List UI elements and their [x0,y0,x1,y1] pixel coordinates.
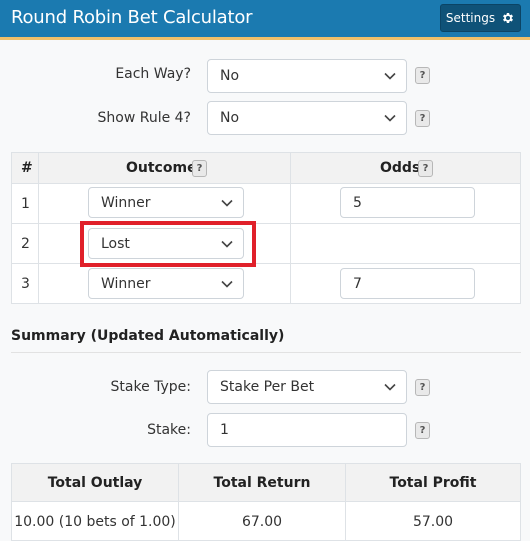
result-header-cell: Total Profit [345,463,521,502]
outcome-help-button[interactable]: ? [192,160,207,177]
stake-type-value: Stake Per Bet [220,379,315,395]
show-rule4-help-button[interactable]: ? [415,110,430,127]
chevron-down-icon [384,114,396,122]
header-odds: Odds [380,160,421,176]
total-return-header: Total Return [213,475,311,491]
gear-icon [503,12,514,24]
stake-type-label: Stake Type: [110,379,192,395]
each-way-help-button[interactable]: ? [415,67,430,84]
stake-label: Stake: [147,422,191,438]
total-outlay-header: Total Outlay [47,475,143,491]
row-index-cell: 2 [11,223,39,264]
row-index: 2 [21,236,30,252]
stake-input[interactable]: 1 [207,413,407,447]
stake-value: 1 [220,422,229,438]
header-odds-cell: Odds ? [290,152,521,184]
row-index: 1 [21,196,30,212]
each-way-select[interactable]: No [207,59,407,93]
chevron-down-icon [221,280,233,288]
outcome-select[interactable]: Winner [88,187,244,218]
total-return-value: 67.00 [241,514,283,530]
result-value-cell: 10.00 (10 bets of 1.00) [11,501,179,541]
odds-input[interactable]: 7 [340,268,475,299]
header-index-cell: # [11,152,39,184]
app-title: Round Robin Bet Calculator [11,7,253,28]
header-outcome-cell: Outcome ? [38,152,291,184]
settings-button[interactable]: Settings [440,4,521,32]
total-outlay-value: 10.00 (10 bets of 1.00) [14,514,176,530]
app-header: Round Robin Bet Calculator Settings [0,0,530,40]
total-profit-value: 57.00 [412,514,454,530]
stake-help-button[interactable]: ? [415,422,430,439]
show-rule4-value: No [220,110,240,126]
chevron-down-icon [384,72,396,80]
odds-help-button[interactable]: ? [418,160,433,177]
show-rule4-label: Show Rule 4? [97,110,192,126]
each-way-value: No [220,68,240,84]
odds-value: 7 [353,275,362,292]
row-index: 3 [21,276,30,292]
result-value-cell: 57.00 [345,501,521,541]
header-index: # [21,160,33,176]
header-outcome: Outcome [126,160,197,176]
outcome-select[interactable]: Winner [88,268,244,299]
result-value-cell: 67.00 [178,501,346,541]
chevron-down-icon [221,240,233,248]
result-header-cell: Total Return [178,463,346,502]
outcome-value: Lost [101,235,130,252]
total-profit-header: Total Profit [389,475,477,491]
row-index-cell: 1 [11,183,39,224]
odds-input[interactable]: 5 [340,187,475,218]
stake-type-help-button[interactable]: ? [415,379,430,396]
row-index-cell: 3 [11,263,39,304]
each-way-label: Each Way? [115,66,191,82]
settings-label: Settings [445,11,496,25]
outcome-value: Winner [101,275,151,292]
chevron-down-icon [384,383,396,391]
summary-divider [11,352,521,353]
chevron-down-icon [221,199,233,207]
row-odds-cell [290,223,521,264]
outcome-select[interactable]: Lost [88,228,244,259]
result-header-cell: Total Outlay [11,463,179,502]
show-rule4-select[interactable]: No [207,101,407,135]
odds-value: 5 [353,194,362,211]
summary-title: Summary (Updated Automatically) [11,328,285,344]
outcome-value: Winner [101,194,151,211]
stake-type-select[interactable]: Stake Per Bet [207,370,407,404]
